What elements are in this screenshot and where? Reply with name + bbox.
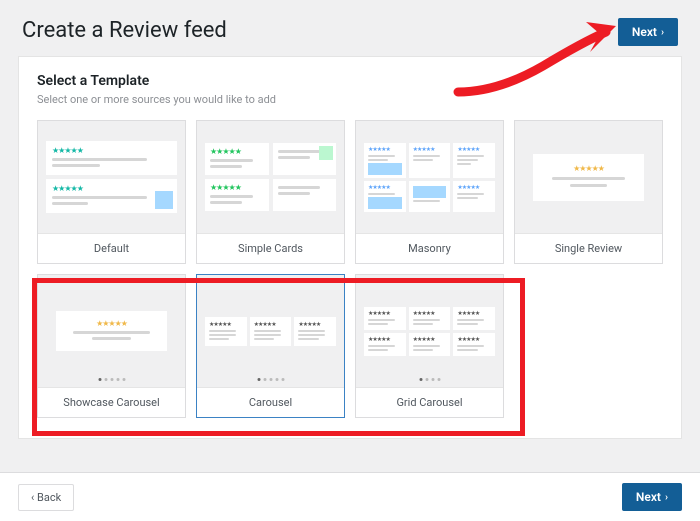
chevron-right-icon: › (665, 492, 668, 503)
template-thumb: ★★★★★ ★★★★★ ★★★★★ ★★★★★ ★★★★★ ★★★★★ (356, 275, 503, 387)
template-label: Simple Cards (197, 233, 344, 263)
template-card-carousel[interactable]: ★★★★★ ★★★★★ ★★★★★ Carousel (196, 274, 345, 418)
section-subtitle: Select one or more sources you would lik… (37, 93, 663, 106)
chevron-right-icon: › (661, 27, 664, 38)
template-label: Grid Carousel (356, 387, 503, 417)
section-title: Select a Template (37, 73, 663, 89)
template-thumb: ★★★★★ (515, 121, 662, 233)
back-button[interactable]: ‹ Back (18, 484, 74, 511)
template-label: Single Review (515, 233, 662, 263)
template-thumb: ★★★★★ ★★★★★ (38, 121, 185, 233)
template-label: Masonry (356, 233, 503, 263)
next-button-bottom[interactable]: Next › (622, 483, 682, 511)
next-button-label: Next (636, 490, 661, 504)
template-label: Showcase Carousel (38, 387, 185, 417)
template-card-single-review[interactable]: ★★★★★ Single Review (514, 120, 663, 264)
next-button-label: Next (632, 25, 657, 39)
template-thumb: ★★★★★ (38, 275, 185, 387)
template-card-showcase-carousel[interactable]: ★★★★★ Showcase Carousel (37, 274, 186, 418)
template-card-masonry[interactable]: ★★★★★ ★★★★★ ★★★★★ ★★★★★ ★★★★★ Masonry (355, 120, 504, 264)
template-grid: ★★★★★ ★★★★★ Default ★★★★★ ★★★★★ Simple C… (37, 120, 663, 418)
back-button-label: Back (37, 491, 61, 504)
chevron-left-icon: ‹ (31, 491, 34, 504)
template-card-simple-cards[interactable]: ★★★★★ ★★★★★ Simple Cards (196, 120, 345, 264)
template-thumb: ★★★★★ ★★★★★ ★★★★★ (197, 275, 344, 387)
template-thumb: ★★★★★ ★★★★★ ★★★★★ ★★★★★ ★★★★★ (356, 121, 503, 233)
next-button-top[interactable]: Next › (618, 18, 678, 46)
template-label: Default (38, 233, 185, 263)
page-title: Create a Review feed (22, 18, 227, 43)
template-panel: Select a Template Select one or more sou… (18, 56, 682, 439)
template-card-default[interactable]: ★★★★★ ★★★★★ Default (37, 120, 186, 264)
footer-bar: ‹ Back Next › (0, 472, 700, 521)
template-card-grid-carousel[interactable]: ★★★★★ ★★★★★ ★★★★★ ★★★★★ ★★★★★ ★★★★★ Grid… (355, 274, 504, 418)
template-label: Carousel (197, 387, 344, 417)
template-thumb: ★★★★★ ★★★★★ (197, 121, 344, 233)
